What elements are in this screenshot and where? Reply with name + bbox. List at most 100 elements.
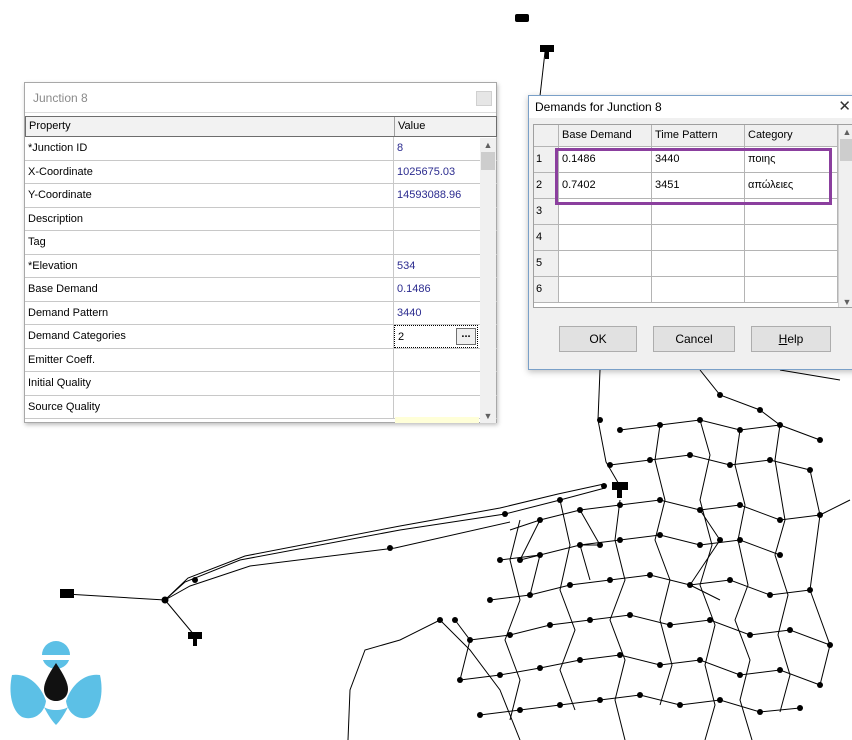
- demand-row[interactable]: 2 0.7402 3451 απώλειες: [534, 173, 852, 199]
- column-header-base-demand: Base Demand: [559, 125, 652, 146]
- base-demand-cell[interactable]: [559, 225, 652, 250]
- property-editor-window[interactable]: Junction 8 Property Value *Junction ID 8…: [24, 82, 497, 423]
- time-pattern-cell[interactable]: [652, 199, 745, 224]
- demand-row[interactable]: 6: [534, 277, 852, 303]
- property-value[interactable]: 8: [394, 137, 478, 160]
- base-demand-cell[interactable]: 0.7402: [559, 173, 652, 198]
- property-value-partial: [395, 417, 479, 423]
- property-name: Base Demand: [25, 278, 394, 301]
- property-name: Tag: [25, 231, 394, 254]
- demand-categories-value[interactable]: 2 ...: [394, 325, 478, 348]
- property-value[interactable]: [394, 396, 478, 419]
- property-value[interactable]: 1025675.03: [394, 161, 478, 184]
- tank-icon: [540, 45, 554, 59]
- base-demand-cell[interactable]: [559, 251, 652, 276]
- property-row[interactable]: Y-Coordinate 14593088.96: [25, 184, 497, 208]
- demands-grid-header: Base Demand Time Pattern Category: [534, 125, 852, 147]
- property-name: Emitter Coeff.: [25, 348, 394, 371]
- property-editor-title: Junction 8: [33, 91, 88, 105]
- property-row[interactable]: Description: [25, 207, 497, 231]
- time-pattern-cell[interactable]: [652, 251, 745, 276]
- property-name: Demand Pattern: [25, 301, 394, 324]
- property-value-text: 2: [398, 331, 405, 343]
- column-header-time-pattern: Time Pattern: [652, 125, 745, 146]
- time-pattern-cell[interactable]: [652, 225, 745, 250]
- time-pattern-cell[interactable]: [652, 277, 745, 302]
- ellipsis-button[interactable]: ...: [456, 328, 476, 345]
- property-row[interactable]: Demand Pattern 3440: [25, 301, 497, 325]
- row-number: 6: [534, 277, 559, 302]
- property-name: Initial Quality: [25, 372, 394, 395]
- time-pattern-cell[interactable]: 3440: [652, 147, 745, 172]
- property-name: Source Quality: [25, 395, 394, 418]
- scroll-up-icon[interactable]: ▲: [480, 138, 496, 152]
- property-grid-header: Property Value: [25, 116, 497, 137]
- base-demand-cell[interactable]: [559, 277, 652, 302]
- property-editor-titlebar[interactable]: Junction 8: [25, 83, 496, 113]
- property-value[interactable]: [394, 372, 478, 395]
- category-cell[interactable]: [745, 199, 838, 224]
- base-demand-cell[interactable]: [559, 199, 652, 224]
- property-value[interactable]: [394, 349, 478, 372]
- time-pattern-cell[interactable]: 3451: [652, 173, 745, 198]
- demands-dialog-titlebar[interactable]: Demands for Junction 8 ✕: [529, 96, 852, 118]
- property-row[interactable]: Demand Categories 2 ...: [25, 325, 497, 349]
- property-value[interactable]: [394, 231, 478, 254]
- scroll-thumb[interactable]: [840, 139, 852, 161]
- property-value[interactable]: 534: [394, 255, 478, 278]
- property-name: *Junction ID: [25, 137, 394, 160]
- close-button[interactable]: [476, 91, 492, 106]
- column-header-value: Value: [398, 120, 426, 132]
- cancel-button[interactable]: Cancel: [653, 326, 735, 352]
- scroll-up-icon[interactable]: ▲: [839, 125, 852, 139]
- help-label-rest: elp: [787, 332, 804, 346]
- property-row[interactable]: Initial Quality: [25, 372, 497, 396]
- category-cell[interactable]: [745, 277, 838, 302]
- demands-dialog[interactable]: Demands for Junction 8 ✕ Base Demand Tim…: [528, 95, 852, 370]
- property-row[interactable]: Source Quality: [25, 395, 497, 419]
- property-row[interactable]: Tag: [25, 231, 497, 255]
- property-row[interactable]: X-Coordinate 1025675.03: [25, 160, 497, 184]
- tank-icon: [188, 632, 202, 646]
- close-icon[interactable]: ✕: [838, 96, 851, 118]
- property-value[interactable]: 14593088.96: [394, 184, 478, 207]
- logo-drop-icon: [10, 641, 102, 725]
- property-scrollbar[interactable]: ▲ ▼: [480, 138, 496, 423]
- demand-row[interactable]: 1 0.1486 3440 ποιης: [534, 147, 852, 173]
- property-value[interactable]: 3440: [394, 302, 478, 325]
- property-row[interactable]: *Junction ID 8: [25, 137, 497, 161]
- category-cell[interactable]: [745, 225, 838, 250]
- category-cell[interactable]: [745, 251, 838, 276]
- property-name: Description: [25, 207, 394, 230]
- property-row[interactable]: Emitter Coeff.: [25, 348, 497, 372]
- row-number: 5: [534, 251, 559, 276]
- property-row[interactable]: Base Demand 0.1486: [25, 278, 497, 302]
- property-row[interactable]: *Elevation 534: [25, 254, 497, 278]
- property-value[interactable]: 0.1486: [394, 278, 478, 301]
- help-button[interactable]: Help: [751, 326, 831, 352]
- demand-row[interactable]: 5: [534, 251, 852, 277]
- network-junctions: [161, 392, 833, 718]
- property-grid[interactable]: Property Value *Junction ID 8 X-Coordina…: [25, 116, 497, 423]
- column-header-category: Category: [745, 125, 838, 146]
- demand-row[interactable]: 4: [534, 225, 852, 251]
- property-value[interactable]: [394, 208, 478, 231]
- category-cell[interactable]: ποιης: [745, 147, 838, 172]
- base-demand-cell[interactable]: 0.1486: [559, 147, 652, 172]
- demands-dialog-title: Demands for Junction 8: [535, 100, 662, 114]
- property-name: Y-Coordinate: [25, 184, 394, 207]
- demands-scrollbar[interactable]: ▲ ▼: [838, 125, 852, 307]
- demand-row[interactable]: 3: [534, 199, 852, 225]
- row-number: 3: [534, 199, 559, 224]
- scroll-down-icon[interactable]: ▼: [839, 295, 852, 307]
- row-number: 1: [534, 147, 559, 172]
- scroll-down-icon[interactable]: ▼: [480, 409, 496, 423]
- category-cell[interactable]: απώλειες: [745, 173, 838, 198]
- tank-icon: [612, 482, 628, 498]
- column-header-property: Property: [26, 117, 395, 136]
- demands-grid[interactable]: Base Demand Time Pattern Category 1 0.14…: [533, 124, 852, 308]
- scroll-thumb[interactable]: [481, 152, 495, 170]
- ok-button[interactable]: OK: [559, 326, 637, 352]
- reservoir-icon: [515, 14, 529, 22]
- property-name: X-Coordinate: [25, 160, 394, 183]
